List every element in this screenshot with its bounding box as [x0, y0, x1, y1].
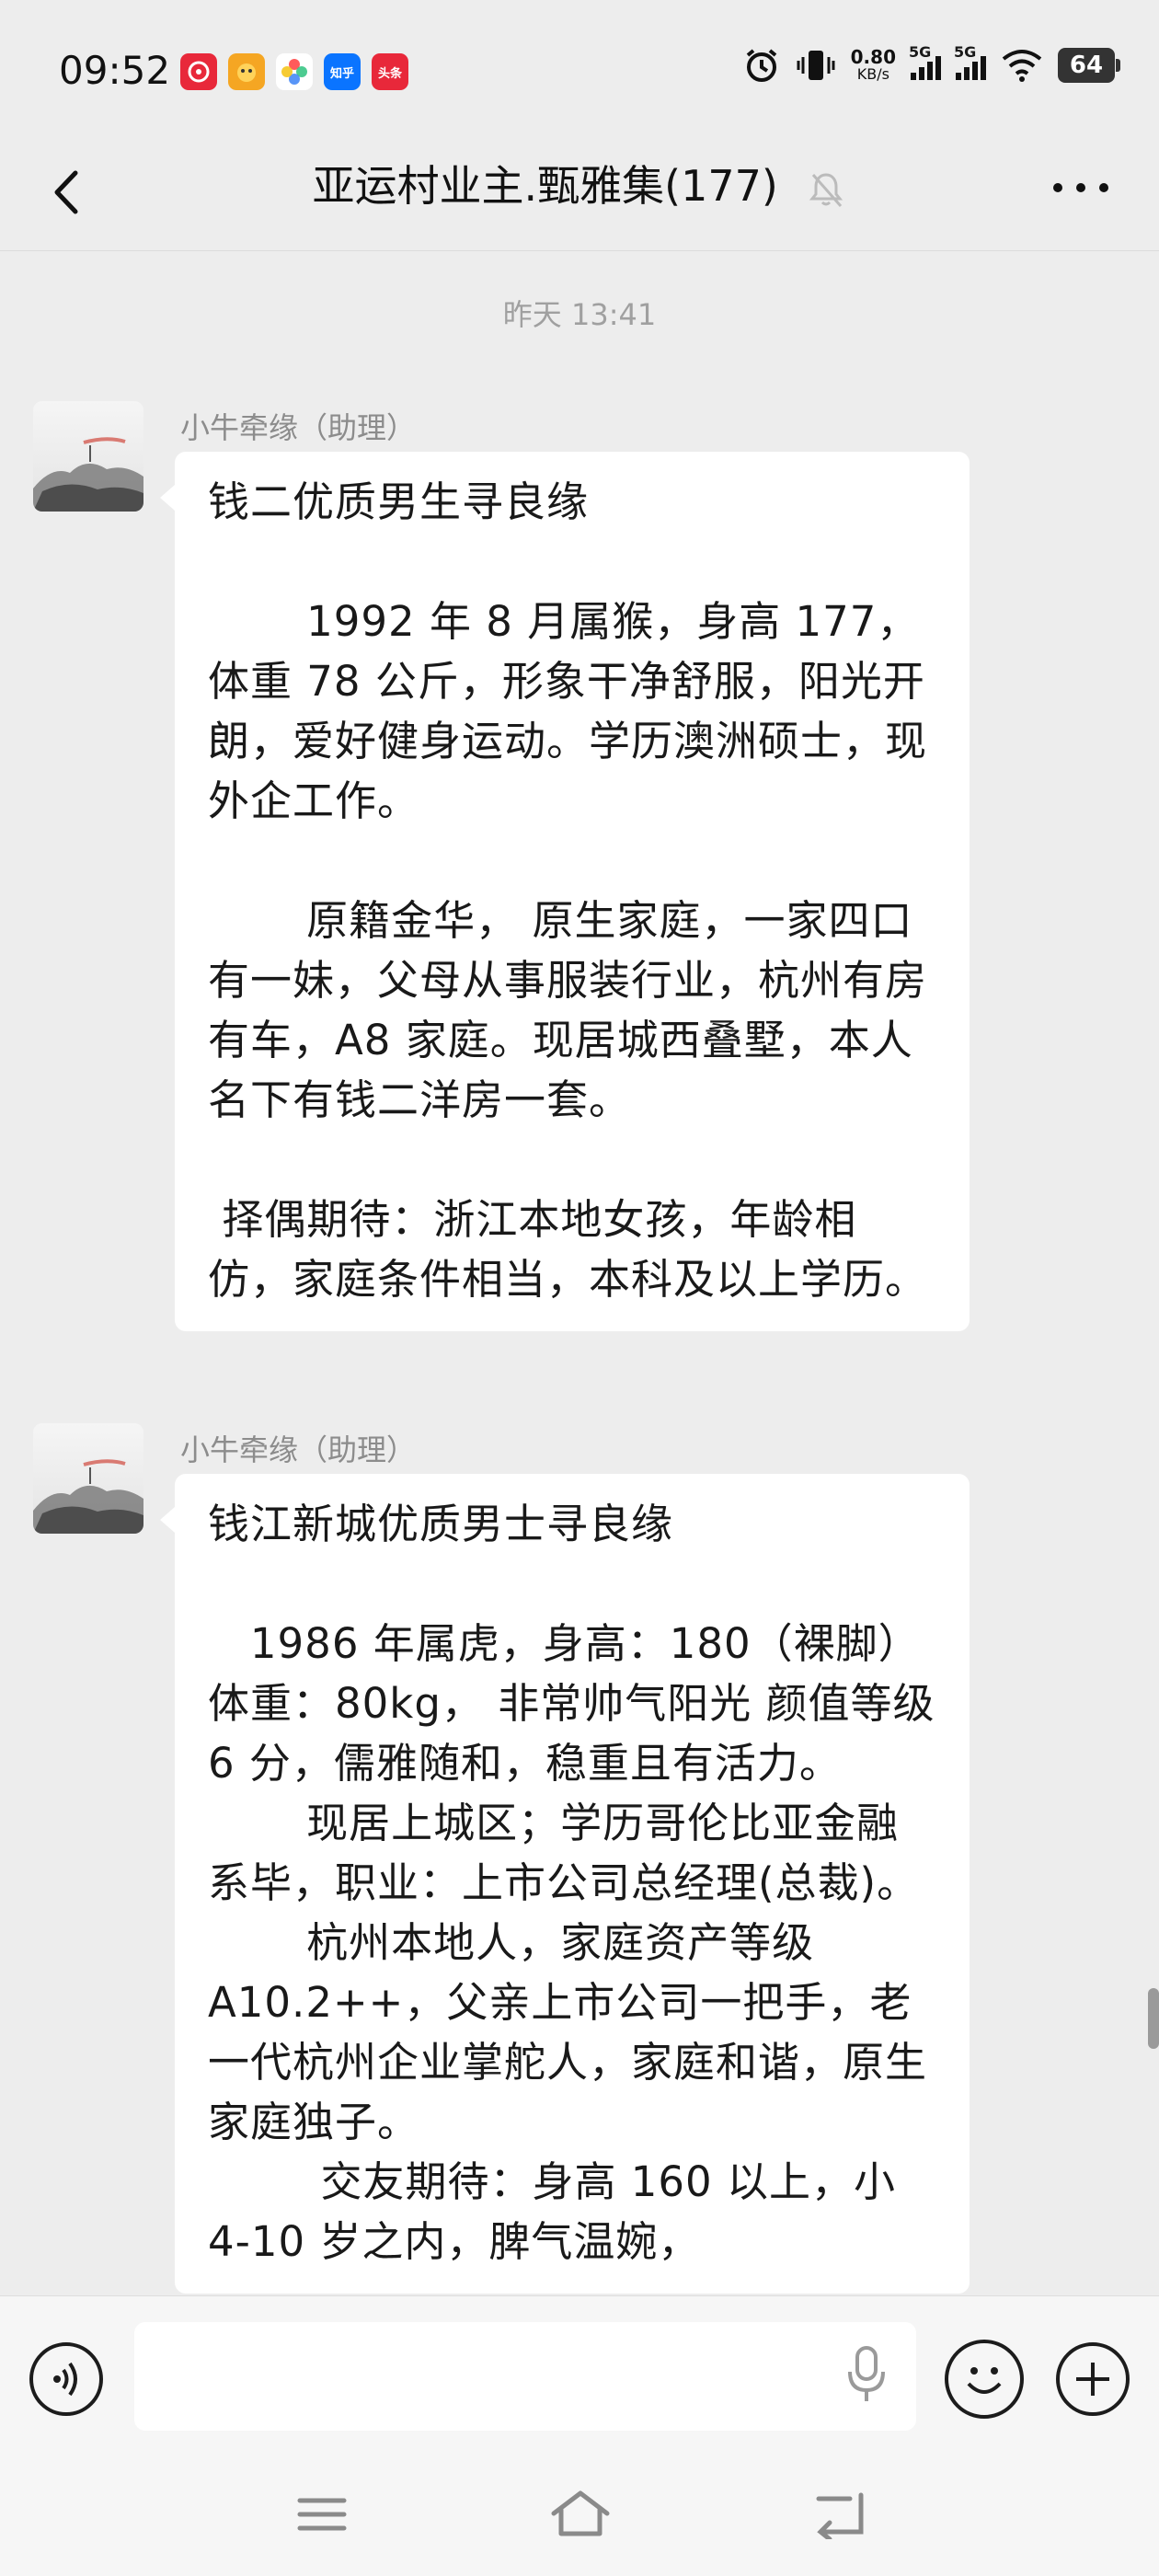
message-text: 钱江新城优质男士寻良缘 1986 年属虎，身高：180（裸脚）体重：80kg， … — [208, 1500, 935, 2266]
chat-header: 亚运村业主.甄雅集(177) — [0, 138, 1159, 251]
microphone-icon[interactable] — [843, 2342, 890, 2407]
more-options-icon[interactable] — [1049, 178, 1113, 197]
battery-indicator: 64 — [1058, 48, 1120, 83]
sender-name: 小牛牵缘（助理） — [180, 410, 417, 445]
more-actions-button[interactable] — [1056, 2342, 1130, 2416]
back-nav-icon[interactable] — [809, 2488, 870, 2539]
sender-avatar[interactable] — [33, 401, 143, 512]
status-bar: 09:52 知乎 头条 0.80 KB/s 5G 5G 64 — [0, 0, 1159, 138]
sim1-signal: 5G — [909, 43, 941, 80]
sim1-label: 5G — [909, 43, 932, 61]
sender-name: 小牛牵缘（助理） — [180, 1432, 417, 1467]
status-indicators: 0.80 KB/s 5G 5G 64 — [742, 43, 1120, 85]
network-speed: 0.80 KB/s — [851, 48, 896, 83]
sender-avatar[interactable] — [33, 1423, 143, 1534]
home-icon[interactable] — [548, 2486, 613, 2541]
sim2-signal: 5G — [954, 43, 986, 80]
wifi-icon — [1002, 50, 1042, 82]
system-nav-bar — [0, 2456, 1159, 2576]
chat-message-list[interactable]: 昨天 13:41 小牛牵缘（助理） 钱二优质男生寻良缘 1992 年 8 月属猴… — [0, 251, 1159, 2295]
emoji-button[interactable] — [945, 2340, 1024, 2419]
voice-mode-button[interactable] — [29, 2342, 103, 2416]
notification-icons: 知乎 头条 — [180, 53, 408, 90]
message-bubble[interactable]: 钱二优质男生寻良缘 1992 年 8 月属猴，身高 177，体重 78 公斤，形… — [160, 452, 970, 1331]
sim2-label: 5G — [954, 43, 977, 61]
toutiao-icon: 头条 — [372, 53, 408, 90]
voice-wave-icon — [53, 2362, 77, 2397]
message-input[interactable] — [134, 2322, 916, 2431]
alarm-icon — [746, 49, 776, 82]
message-bubble[interactable]: 钱江新城优质男士寻良缘 1986 年属虎，身高：180（裸脚）体重：80kg， … — [160, 1474, 970, 2294]
vibrate-icon — [797, 51, 835, 80]
status-time: 09:52 — [59, 48, 171, 93]
scrollbar-thumb[interactable] — [1148, 1988, 1159, 2049]
netease-music-icon — [180, 53, 217, 90]
chat-title: 亚运村业主.甄雅集(177) — [312, 161, 778, 211]
photos-icon — [276, 53, 313, 90]
mute-bell-icon — [809, 172, 843, 207]
message-text: 钱二优质男生寻良缘 1992 年 8 月属猴，身高 177，体重 78 公斤，形… — [208, 477, 928, 1304]
zhihu-icon: 知乎 — [324, 53, 361, 90]
network-speed-unit: KB/s — [856, 65, 889, 84]
plus-icon — [1076, 2363, 1109, 2396]
message-timestamp: 昨天 13:41 — [502, 297, 657, 332]
network-speed-value: 0.80 — [850, 46, 896, 69]
recent-apps-icon[interactable] — [294, 2491, 350, 2537]
message-input-bar — [0, 2295, 1159, 2457]
kuaishou-icon — [228, 53, 265, 90]
chat-title-wrap: 亚运村业主.甄雅集(177) — [0, 153, 1159, 219]
smiley-icon — [967, 2367, 1002, 2394]
